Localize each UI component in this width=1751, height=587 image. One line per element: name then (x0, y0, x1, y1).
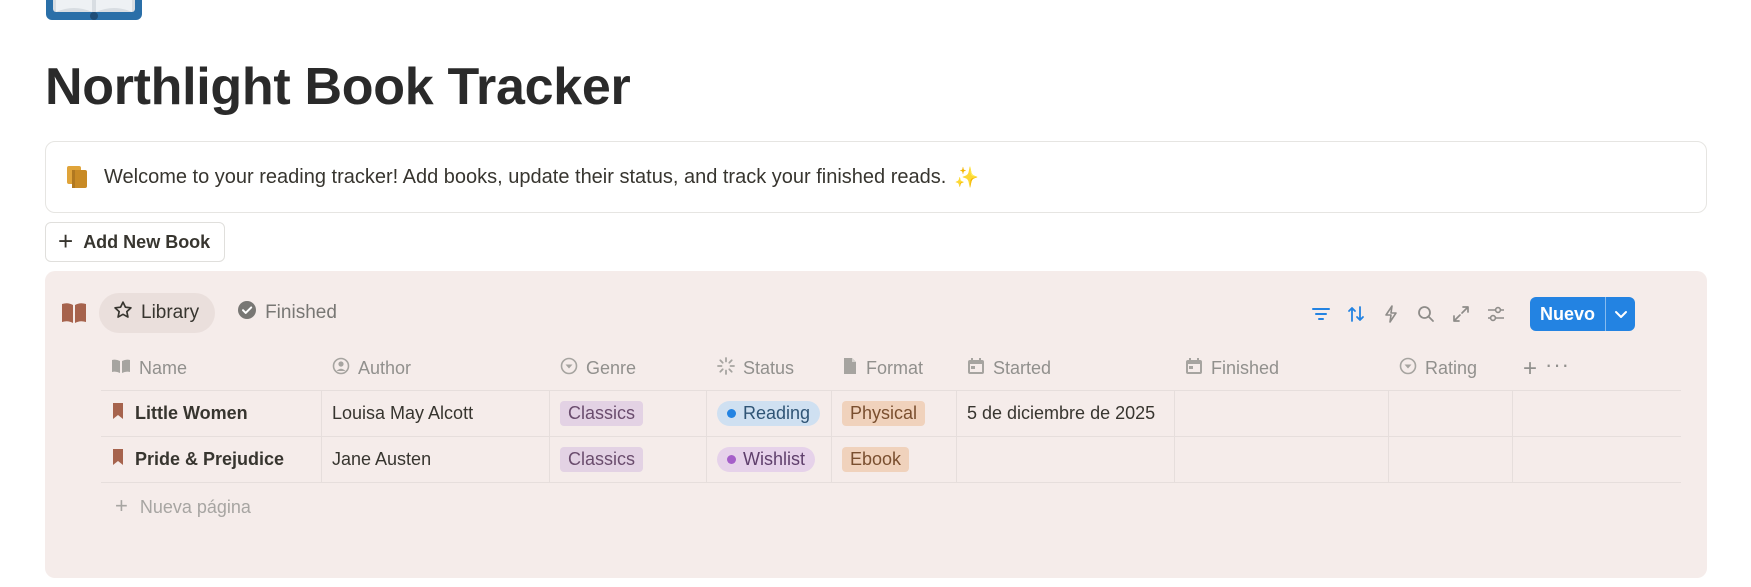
callout-text: Welcome to your reading tracker! Add boo… (104, 165, 947, 188)
file-icon (842, 357, 858, 380)
database-toolbar: Nuevo (1311, 297, 1635, 331)
column-header-author[interactable]: Author (322, 347, 550, 390)
format-tag: Ebook (842, 447, 910, 472)
cell-rating[interactable] (1389, 391, 1513, 436)
genre-tag: Classics (560, 447, 644, 472)
library-table: Name Author Genre Status Format Started (101, 347, 1681, 531)
sparkles-icon: ✨ (954, 166, 980, 189)
select-icon (560, 357, 578, 380)
status-dot (727, 455, 736, 464)
welcome-callout: Welcome to your reading tracker! Add boo… (45, 141, 1707, 213)
status-dot (727, 409, 736, 418)
cell-started[interactable] (957, 437, 1175, 482)
tab-finished-label: Finished (265, 302, 337, 323)
person-icon (332, 357, 350, 380)
calendar-icon (1185, 357, 1203, 380)
status-pill: Wishlist (717, 447, 815, 472)
column-genre-label: Genre (586, 358, 637, 378)
book-icon (111, 358, 131, 379)
sort-icon[interactable] (1347, 305, 1365, 323)
cell-format[interactable]: Physical (832, 391, 957, 436)
cell-name[interactable]: Little Women (101, 391, 322, 436)
column-header-rating[interactable]: Rating (1389, 347, 1513, 390)
star-icon (113, 300, 133, 326)
genre-tag: Classics (560, 401, 644, 426)
select-icon (1399, 357, 1417, 380)
cell-genre[interactable]: Classics (550, 437, 707, 482)
cell-finished[interactable] (1175, 437, 1389, 482)
check-circle-icon (237, 300, 257, 326)
status-loader-icon (717, 357, 735, 380)
column-header-finished[interactable]: Finished (1175, 347, 1389, 390)
column-finished-label: Finished (1211, 358, 1280, 378)
chevron-down-icon[interactable] (1605, 297, 1635, 331)
bookmark-icon (111, 402, 125, 425)
column-header-name[interactable]: Name (101, 347, 322, 390)
table-header-row: Name Author Genre Status Format Started (101, 347, 1681, 391)
cell-format[interactable]: Ebook (832, 437, 957, 482)
cell-empty (1513, 437, 1681, 482)
book-title: Pride & Prejudice (135, 449, 285, 469)
new-entry-label: Nuevo (1539, 303, 1595, 324)
page-title: Northlight Book Tracker (45, 58, 631, 116)
new-page-button[interactable]: + Nueva página (101, 483, 1681, 531)
cell-genre[interactable]: Classics (550, 391, 707, 436)
page-book-icon[interactable] (44, 0, 144, 24)
settings-sliders-icon[interactable] (1487, 305, 1505, 323)
bookmark-icon (111, 448, 125, 471)
cell-author[interactable]: Jane Austen (322, 437, 550, 482)
column-header-started[interactable]: Started (957, 347, 1175, 390)
started-date: 5 de diciembre de 2025 (967, 403, 1156, 423)
cell-status[interactable]: Reading (707, 391, 832, 436)
status-value: Reading (743, 403, 811, 423)
column-name-label: Name (139, 358, 188, 378)
search-icon[interactable] (1417, 305, 1435, 323)
status-value: Wishlist (743, 449, 805, 469)
column-header-actions: + ··· (1513, 347, 1681, 390)
cell-empty (1513, 391, 1681, 436)
new-entry-button[interactable]: Nuevo (1529, 297, 1635, 331)
calendar-icon (967, 357, 985, 380)
tab-library-label: Library (141, 302, 200, 323)
column-header-status[interactable]: Status (707, 347, 832, 390)
library-database: Library Finished Nuevo Name Author Genre… (45, 271, 1707, 578)
expand-icon[interactable] (1452, 305, 1470, 323)
more-options-icon[interactable]: ··· (1545, 352, 1570, 378)
cell-rating[interactable] (1389, 437, 1513, 482)
add-column-plus-icon[interactable]: + (1523, 355, 1537, 383)
column-author-label: Author (358, 358, 412, 378)
format-tag: Physical (842, 401, 926, 426)
view-tabs: Library Finished (61, 293, 353, 333)
column-format-label: Format (866, 358, 924, 378)
column-status-label: Status (743, 358, 795, 378)
add-new-book-label: Add New Book (83, 231, 211, 252)
table-row[interactable]: Pride & Prejudice Jane Austen Classics W… (101, 437, 1681, 483)
author-value: Louisa May Alcott (332, 403, 474, 423)
status-pill: Reading (717, 401, 821, 426)
cell-author[interactable]: Louisa May Alcott (322, 391, 550, 436)
add-new-book-button[interactable]: + Add New Book (45, 222, 226, 262)
book-title: Little Women (135, 403, 248, 423)
filter-icon[interactable] (1311, 305, 1330, 323)
tab-library[interactable]: Library (99, 293, 216, 333)
new-page-label: Nueva página (139, 496, 251, 517)
column-rating-label: Rating (1425, 358, 1478, 378)
open-book-icon (61, 301, 87, 325)
author-value: Jane Austen (332, 449, 432, 469)
automation-lightning-icon[interactable] (1382, 305, 1400, 323)
column-header-format[interactable]: Format (832, 347, 957, 390)
tab-finished[interactable]: Finished (223, 293, 353, 333)
plus-icon: + (115, 493, 128, 518)
column-started-label: Started (993, 358, 1052, 378)
cell-started[interactable]: 5 de diciembre de 2025 (957, 391, 1175, 436)
books-icon (64, 164, 90, 190)
column-header-genre[interactable]: Genre (550, 347, 707, 390)
cell-status[interactable]: Wishlist (707, 437, 832, 482)
cell-finished[interactable] (1175, 391, 1389, 436)
cell-name[interactable]: Pride & Prejudice (101, 437, 322, 482)
table-row[interactable]: Little Women Louisa May Alcott Classics … (101, 391, 1681, 437)
plus-icon: + (58, 225, 74, 256)
